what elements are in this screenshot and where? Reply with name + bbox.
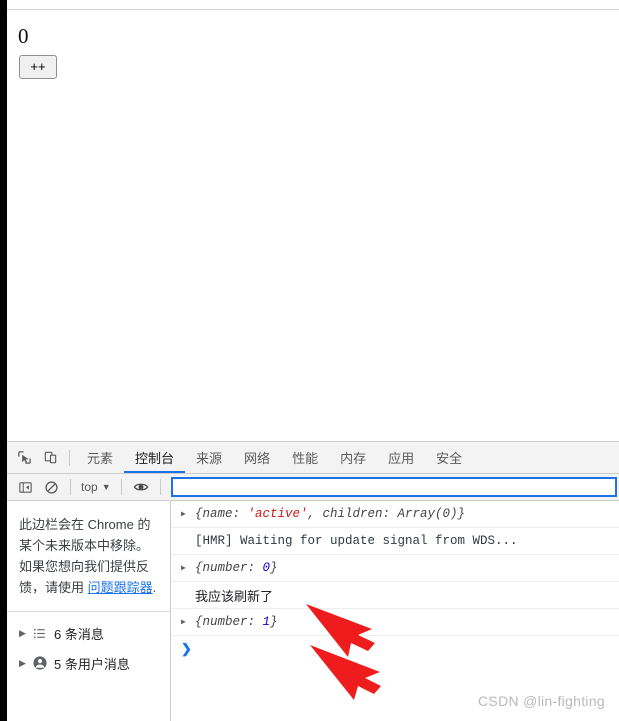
left-black-gutter: [0, 0, 7, 721]
page-viewport: 0 ++: [7, 11, 619, 441]
top-chrome-strip: [7, 0, 619, 10]
tab-performance[interactable]: 性能: [281, 442, 329, 473]
screenshot-root: 0 ++ 元素 控制台 来源 网络 性能 内存 应用 安全 top ▼ 此边栏会…: [0, 0, 619, 721]
tab-memory[interactable]: 内存: [329, 442, 377, 473]
sidebar-notice-suffix: .: [152, 580, 157, 595]
console-toolbar-divider-2: [120, 479, 122, 495]
console-toolbar-divider-3: [159, 479, 161, 495]
console-prompt-row[interactable]: ❯: [171, 636, 619, 662]
msg-token: {number:: [195, 561, 263, 575]
tab-application[interactable]: 应用: [377, 442, 425, 473]
msg-token: }: [270, 561, 278, 575]
console-message-content: {number: 0}: [195, 561, 278, 575]
sidebar-divider: [7, 611, 170, 612]
counter-value: 0: [18, 24, 29, 48]
increment-button[interactable]: ++: [19, 55, 57, 79]
expand-arrow-icon[interactable]: ▶: [181, 563, 195, 573]
prompt-caret-icon: ❯: [181, 641, 192, 656]
issue-tracker-link[interactable]: 问题跟踪器: [88, 580, 153, 595]
console-message-content: {name: 'active', children: Array(0)}: [195, 507, 465, 521]
sidebar-item-user-messages[interactable]: ▶ 5 条用户消息: [7, 648, 170, 678]
devtools-panel: 元素 控制台 来源 网络 性能 内存 应用 安全 top ▼ 此边栏会在 Chr…: [7, 441, 619, 721]
devtools-tabbar: 元素 控制台 来源 网络 性能 内存 应用 安全: [7, 442, 619, 474]
tab-network[interactable]: 网络: [233, 442, 281, 473]
sidebar-all-messages-label: 6 条消息: [54, 626, 104, 642]
tab-sources[interactable]: 来源: [185, 442, 233, 473]
tab-console[interactable]: 控制台: [124, 442, 185, 473]
console-message-row[interactable]: 我应该刷新了: [171, 582, 619, 609]
expand-arrow-icon[interactable]: ▶: [181, 617, 195, 627]
msg-token-number: 0: [262, 561, 271, 575]
msg-token: , children: Array(0)}: [307, 507, 466, 521]
sidebar-item-all-messages[interactable]: ▶ 6 条消息: [7, 618, 170, 648]
console-filter-input[interactable]: [170, 477, 617, 497]
chevron-right-icon: ▶: [19, 657, 26, 668]
execution-context-label: top: [81, 480, 98, 494]
device-toolbar-icon[interactable]: [37, 445, 63, 471]
console-message-row[interactable]: ▶ {number: 0}: [171, 555, 619, 582]
watermark: CSDN @lin-fighting: [478, 693, 605, 709]
sidebar-deprecation-notice: 此边栏会在 Chrome 的某个未来版本中移除。如果您想向我们提供反馈，请使用 …: [7, 501, 170, 609]
chevron-down-icon: ▼: [101, 482, 111, 492]
msg-token-number: 1: [262, 615, 271, 629]
sidebar-user-messages-label: 5 条用户消息: [54, 656, 130, 672]
sidebar-toggle-icon[interactable]: [12, 474, 38, 500]
msg-token: }: [270, 615, 278, 629]
expand-arrow-icon[interactable]: ▶: [181, 509, 195, 519]
toolbar-divider: [69, 449, 70, 466]
msg-token: {number:: [195, 615, 263, 629]
console-sidebar: 此边栏会在 Chrome 的某个未来版本中移除。如果您想向我们提供反馈，请使用 …: [7, 501, 171, 721]
inspect-element-icon[interactable]: [11, 445, 37, 471]
console-message-list[interactable]: ▶ {name: 'active', children: Array(0)} […: [171, 501, 619, 721]
tab-elements[interactable]: 元素: [76, 442, 124, 473]
clear-console-icon[interactable]: [38, 474, 64, 500]
execution-context-dropdown[interactable]: top ▼: [77, 480, 115, 494]
user-icon: [32, 655, 54, 671]
msg-token-string: 'active': [247, 507, 308, 521]
msg-token: {name:: [195, 507, 248, 521]
console-message-content: 我应该刷新了: [195, 588, 274, 604]
console-message-content: {number: 1}: [195, 615, 278, 629]
console-toolbar: top ▼: [7, 474, 619, 501]
console-body: 此边栏会在 Chrome 的某个未来版本中移除。如果您想向我们提供反馈，请使用 …: [7, 501, 619, 721]
tab-security[interactable]: 安全: [425, 442, 473, 473]
list-icon: [32, 626, 54, 641]
console-message-row[interactable]: [HMR] Waiting for update signal from WDS…: [171, 528, 619, 555]
console-toolbar-divider-1: [70, 479, 71, 495]
chevron-right-icon: ▶: [19, 627, 26, 638]
console-message-row[interactable]: ▶ {name: 'active', children: Array(0)}: [171, 501, 619, 528]
console-message-content: [HMR] Waiting for update signal from WDS…: [195, 534, 518, 548]
console-message-row[interactable]: ▶ {number: 1}: [171, 609, 619, 636]
live-expression-eye-icon[interactable]: [128, 474, 154, 500]
